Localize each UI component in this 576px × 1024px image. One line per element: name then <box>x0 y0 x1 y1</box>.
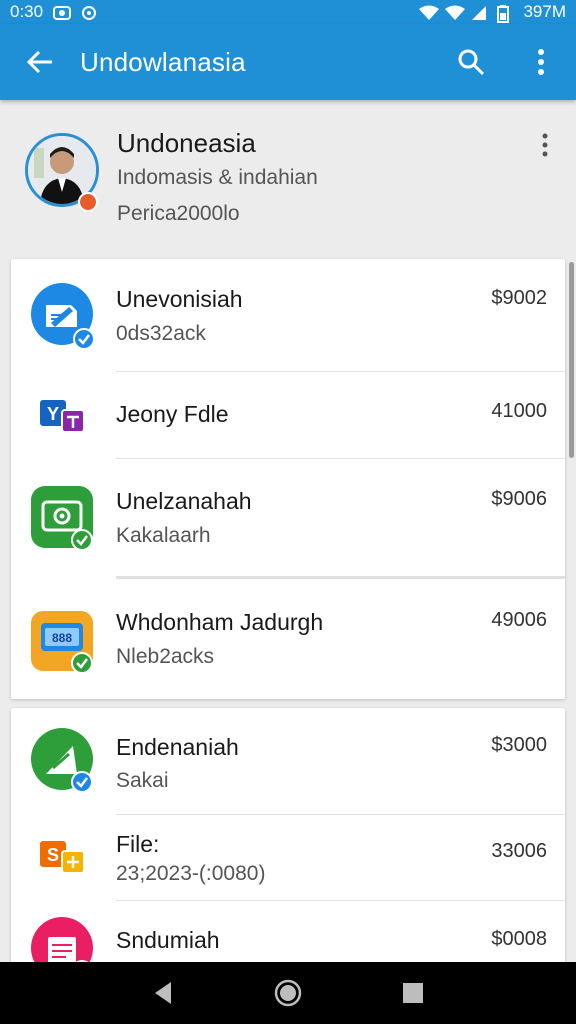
item-subtitle: Nleb2acks <box>116 645 215 668</box>
list-item[interactable]: Y Jeony Fdle 41000 <box>11 372 565 458</box>
item-amount: $9002 <box>491 287 547 309</box>
profile-header: Undoneasia Indomasis & indahian Perica20… <box>0 100 576 250</box>
list-item[interactable]: 888 Whdonham Jadurgh Nleb2acks 49006 <box>11 579 565 699</box>
scrollbar[interactable] <box>569 262 574 458</box>
avatar-badge <box>78 192 98 212</box>
more-vert-icon <box>538 49 544 75</box>
item-title: Jeony Fdle <box>116 401 229 427</box>
search-button[interactable] <box>436 24 506 100</box>
yahoo-app-icon: Y <box>31 392 93 454</box>
svg-text:Y: Y <box>47 404 59 424</box>
svg-text:888: 888 <box>52 631 72 645</box>
more-vert-icon <box>542 133 548 157</box>
battery-icon <box>497 5 515 23</box>
battery-text: 397M <box>523 2 566 21</box>
profile-more-button[interactable] <box>530 130 560 160</box>
home-circle-icon <box>274 979 302 1007</box>
nav-recents-button[interactable] <box>393 973 433 1013</box>
signal-icon <box>471 5 489 20</box>
item-amount: $0008 <box>491 928 547 950</box>
profile-subtitle: Indomasis & indahian <box>117 166 318 189</box>
profile-handle: Perica2000lo <box>117 202 240 225</box>
back-button[interactable] <box>0 24 80 100</box>
item-title: Endenaniah <box>116 734 239 760</box>
list-item[interactable]: Unelzanahah Kakalaarh $9006 <box>11 459 565 576</box>
item-title: Whdonham Jadurgh <box>116 609 324 635</box>
item-amount: $3000 <box>491 734 547 756</box>
item-subtitle: 0ds32ack <box>116 322 206 345</box>
app-title: Undowlanasia <box>80 46 246 77</box>
wifi-icon <box>445 5 466 20</box>
calculator-app-icon: 888 <box>31 609 93 674</box>
camera-app-icon <box>31 486 93 551</box>
transactions-card-2: Endenaniah Sakai $3000 S File: 23;2023-(… <box>11 708 565 982</box>
status-bar: 0:30 397M <box>0 0 576 24</box>
transactions-card-1: Unevonisiah 0ds32ack $9002 Y Jeony Fdle … <box>11 259 565 699</box>
status-time: 0:30 <box>10 2 44 21</box>
item-subtitle: Sakai <box>116 769 169 792</box>
nav-back-button[interactable] <box>143 973 183 1013</box>
slides-app-icon: S <box>31 833 93 895</box>
item-subtitle: Kakalaarh <box>116 524 211 547</box>
wifi-icon <box>419 5 440 20</box>
app-bar: Undowlanasia <box>0 24 576 100</box>
item-subtitle: 23;2023-(:0080) <box>116 862 266 885</box>
list-item[interactable]: Endenaniah Sakai $3000 <box>11 708 565 814</box>
profile-name: Undoneasia <box>117 128 256 158</box>
edit-doc-icon <box>31 283 95 350</box>
item-title: Unelzanahah <box>116 488 252 514</box>
overflow-menu-button[interactable] <box>506 24 576 100</box>
recents-square-icon <box>403 983 424 1003</box>
map-app-icon <box>31 728 93 793</box>
item-amount: 41000 <box>491 400 547 422</box>
notification-icon <box>81 5 99 20</box>
list-item[interactable]: S File: 23;2023-(:0080) 33006 <box>11 815 565 900</box>
item-amount: 49006 <box>491 609 547 631</box>
screenshot-icon <box>53 5 72 20</box>
list-item[interactable]: Unevonisiah 0ds32ack $9002 <box>11 259 565 371</box>
back-arrow-icon <box>26 50 52 74</box>
nav-home-button[interactable] <box>268 973 308 1013</box>
item-title: Unevonisiah <box>116 286 243 312</box>
item-title: File: <box>116 831 160 857</box>
svg-text:S: S <box>47 845 59 865</box>
back-triangle-icon <box>154 982 171 1004</box>
item-amount: 33006 <box>491 840 547 862</box>
system-nav-bar <box>0 962 576 1024</box>
list-item[interactable]: Sndumiah $0008 <box>11 901 565 982</box>
search-icon <box>458 49 485 76</box>
item-title: Sndumiah <box>116 927 220 953</box>
item-amount: $9006 <box>491 488 547 510</box>
